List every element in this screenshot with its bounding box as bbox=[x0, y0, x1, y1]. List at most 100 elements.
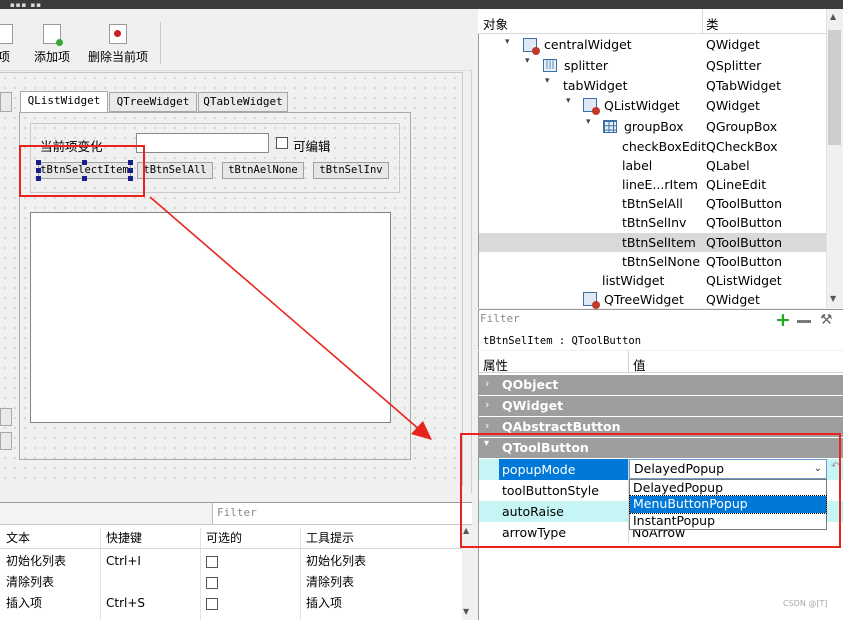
object-row-class: QToolButton bbox=[706, 215, 782, 230]
object-row-class: QLabel bbox=[706, 158, 750, 173]
object-row-name[interactable]: QTreeWidget bbox=[604, 290, 684, 309]
tab-qlistwidget[interactable]: QListWidget bbox=[20, 91, 108, 113]
object-row-class: QCheckBox bbox=[706, 139, 778, 154]
add-property-icon[interactable]: + bbox=[775, 310, 791, 330]
object-row-name[interactable]: QListWidget bbox=[604, 96, 680, 115]
chevron-right-icon[interactable]: › bbox=[485, 419, 489, 432]
add-page-icon bbox=[43, 24, 63, 46]
chevron-right-icon[interactable]: › bbox=[485, 377, 489, 390]
object-row-class: QLineEdit bbox=[706, 177, 767, 192]
chevron-down-icon[interactable]: ▾ bbox=[586, 117, 591, 127]
action-row-tooltip: 初始化列表 bbox=[306, 554, 367, 568]
tbtn-ael-none[interactable]: tBtnAelNone bbox=[222, 162, 304, 179]
chevron-down-icon[interactable]: ▾ bbox=[545, 76, 550, 86]
chevron-right-icon[interactable]: › bbox=[485, 398, 489, 411]
object-row-name[interactable]: listWidget bbox=[602, 271, 664, 290]
property-group-qwidget[interactable]: QWidget bbox=[479, 396, 843, 416]
left-edge-widget[interactable] bbox=[0, 92, 12, 112]
column-divider bbox=[300, 528, 301, 620]
scroll-down-icon[interactable]: ▼ bbox=[830, 294, 836, 303]
object-row-class: QToolButton bbox=[706, 254, 782, 269]
list-widget[interactable] bbox=[30, 212, 391, 423]
object-row-name[interactable]: tabWidget bbox=[563, 76, 628, 95]
object-row-name[interactable]: checkBoxEdit bbox=[622, 137, 706, 156]
chevron-down-icon[interactable]: ▾ bbox=[525, 56, 530, 66]
left-edge-widget-2[interactable] bbox=[0, 408, 12, 426]
action-row-text[interactable]: 初始化列表 bbox=[6, 551, 66, 572]
action-row-checkable[interactable] bbox=[206, 556, 218, 568]
object-row-name[interactable]: centralWidget bbox=[544, 35, 632, 54]
toolbar-separator bbox=[160, 22, 161, 64]
toolbar-item-partial-label: 项 bbox=[0, 50, 10, 64]
column-header-class[interactable]: 类 bbox=[706, 14, 719, 33]
column-divider bbox=[100, 528, 101, 620]
toolbar-item-partial[interactable]: 项 bbox=[0, 24, 16, 65]
object-row-class: QTabWidget bbox=[706, 78, 782, 93]
chevron-down-icon[interactable]: ▾ bbox=[566, 96, 571, 106]
add-item-label: 添加项 bbox=[33, 50, 70, 64]
action-row-tooltip: 清除列表 bbox=[306, 575, 355, 589]
object-row-name[interactable]: lineE...rItem bbox=[622, 175, 698, 194]
column-header-shortcut[interactable]: 快捷键 bbox=[106, 528, 142, 548]
wrench-icon[interactable]: ⚒ bbox=[820, 312, 833, 328]
header-divider bbox=[702, 9, 703, 34]
header-divider bbox=[0, 548, 462, 549]
page-icon bbox=[0, 24, 13, 44]
object-row-name[interactable]: tBtnSelAll bbox=[622, 194, 683, 213]
annotation-highlight-button bbox=[19, 145, 145, 197]
object-inspector-header bbox=[478, 9, 827, 34]
property-header bbox=[478, 351, 843, 373]
object-row-name[interactable]: label bbox=[622, 156, 652, 175]
editable-checkbox[interactable] bbox=[276, 137, 288, 149]
remove-property-icon[interactable] bbox=[797, 320, 811, 323]
widget-icon bbox=[583, 292, 600, 309]
property-filter-input[interactable]: Filter bbox=[480, 312, 770, 331]
property-group-qobject[interactable]: QObject bbox=[479, 375, 843, 395]
tbtn-sel-all[interactable]: tBtnSelAll bbox=[137, 162, 213, 179]
column-header-checkable[interactable]: 可选的 bbox=[206, 528, 242, 548]
widget-icon bbox=[583, 98, 600, 115]
action-row-shortcut: Ctrl+S bbox=[106, 596, 146, 610]
tab-qtreewidget[interactable]: QTreeWidget bbox=[109, 92, 197, 112]
column-header-text[interactable]: 文本 bbox=[6, 528, 30, 548]
action-row-checkable[interactable] bbox=[206, 598, 218, 610]
object-row-class: QToolButton bbox=[706, 196, 782, 211]
tab-qtablewidget[interactable]: QTableWidget bbox=[198, 92, 288, 112]
window-title-strip: ▪▪▪ ▪▪ bbox=[0, 0, 843, 9]
object-row-class: QWidget bbox=[706, 292, 760, 307]
object-row-name-selected[interactable]: tBtnSelItem bbox=[622, 233, 696, 252]
splitter-icon: ||| bbox=[543, 59, 557, 72]
grid-icon bbox=[603, 120, 617, 133]
scroll-up-icon[interactable]: ▲ bbox=[830, 12, 836, 21]
header-divider bbox=[628, 351, 629, 373]
action-row-shortcut: Ctrl+I bbox=[106, 554, 141, 568]
column-header-value[interactable]: 值 bbox=[633, 355, 646, 374]
tbtn-sel-inv[interactable]: tBtnSelInv bbox=[313, 162, 389, 179]
action-row-text[interactable]: 清除列表 bbox=[6, 572, 54, 593]
object-row-name[interactable]: groupBox bbox=[624, 117, 684, 136]
object-row-name[interactable]: tBtnSelInv bbox=[622, 213, 686, 232]
scroll-down-icon[interactable]: ▼ bbox=[463, 607, 469, 616]
chevron-down-icon[interactable]: ▾ bbox=[505, 37, 510, 47]
left-edge-widget-3[interactable] bbox=[0, 432, 12, 450]
action-filter-input[interactable]: Filter bbox=[212, 503, 472, 525]
add-item-tool-button[interactable]: 添加项 bbox=[30, 24, 74, 65]
column-divider bbox=[200, 528, 201, 620]
object-row-name[interactable]: tBtnSelNone bbox=[622, 252, 700, 271]
action-editor-toolbar bbox=[0, 503, 212, 525]
column-header-property[interactable]: 属性 bbox=[483, 355, 508, 374]
scrollbar-thumb[interactable] bbox=[828, 30, 841, 145]
column-header-tooltip[interactable]: 工具提示 bbox=[306, 528, 354, 548]
object-row-class: QGroupBox bbox=[706, 119, 778, 134]
action-row-checkable[interactable] bbox=[206, 577, 218, 589]
editable-label: 可编辑 bbox=[293, 139, 331, 154]
property-class-label: tBtnSelItem : QToolButton bbox=[478, 333, 843, 350]
column-header-object[interactable]: 对象 bbox=[483, 14, 508, 33]
object-row-name[interactable]: splitter bbox=[564, 56, 608, 75]
current-item-input[interactable] bbox=[136, 133, 269, 153]
action-row-text[interactable]: 插入项 bbox=[6, 593, 42, 614]
object-row-class: QWidget bbox=[706, 37, 760, 52]
watermark: CSDN @[T] bbox=[783, 599, 828, 608]
delete-current-item-tool-button[interactable]: 删除当前项 bbox=[86, 24, 150, 65]
annotation-highlight-properties bbox=[460, 433, 841, 548]
